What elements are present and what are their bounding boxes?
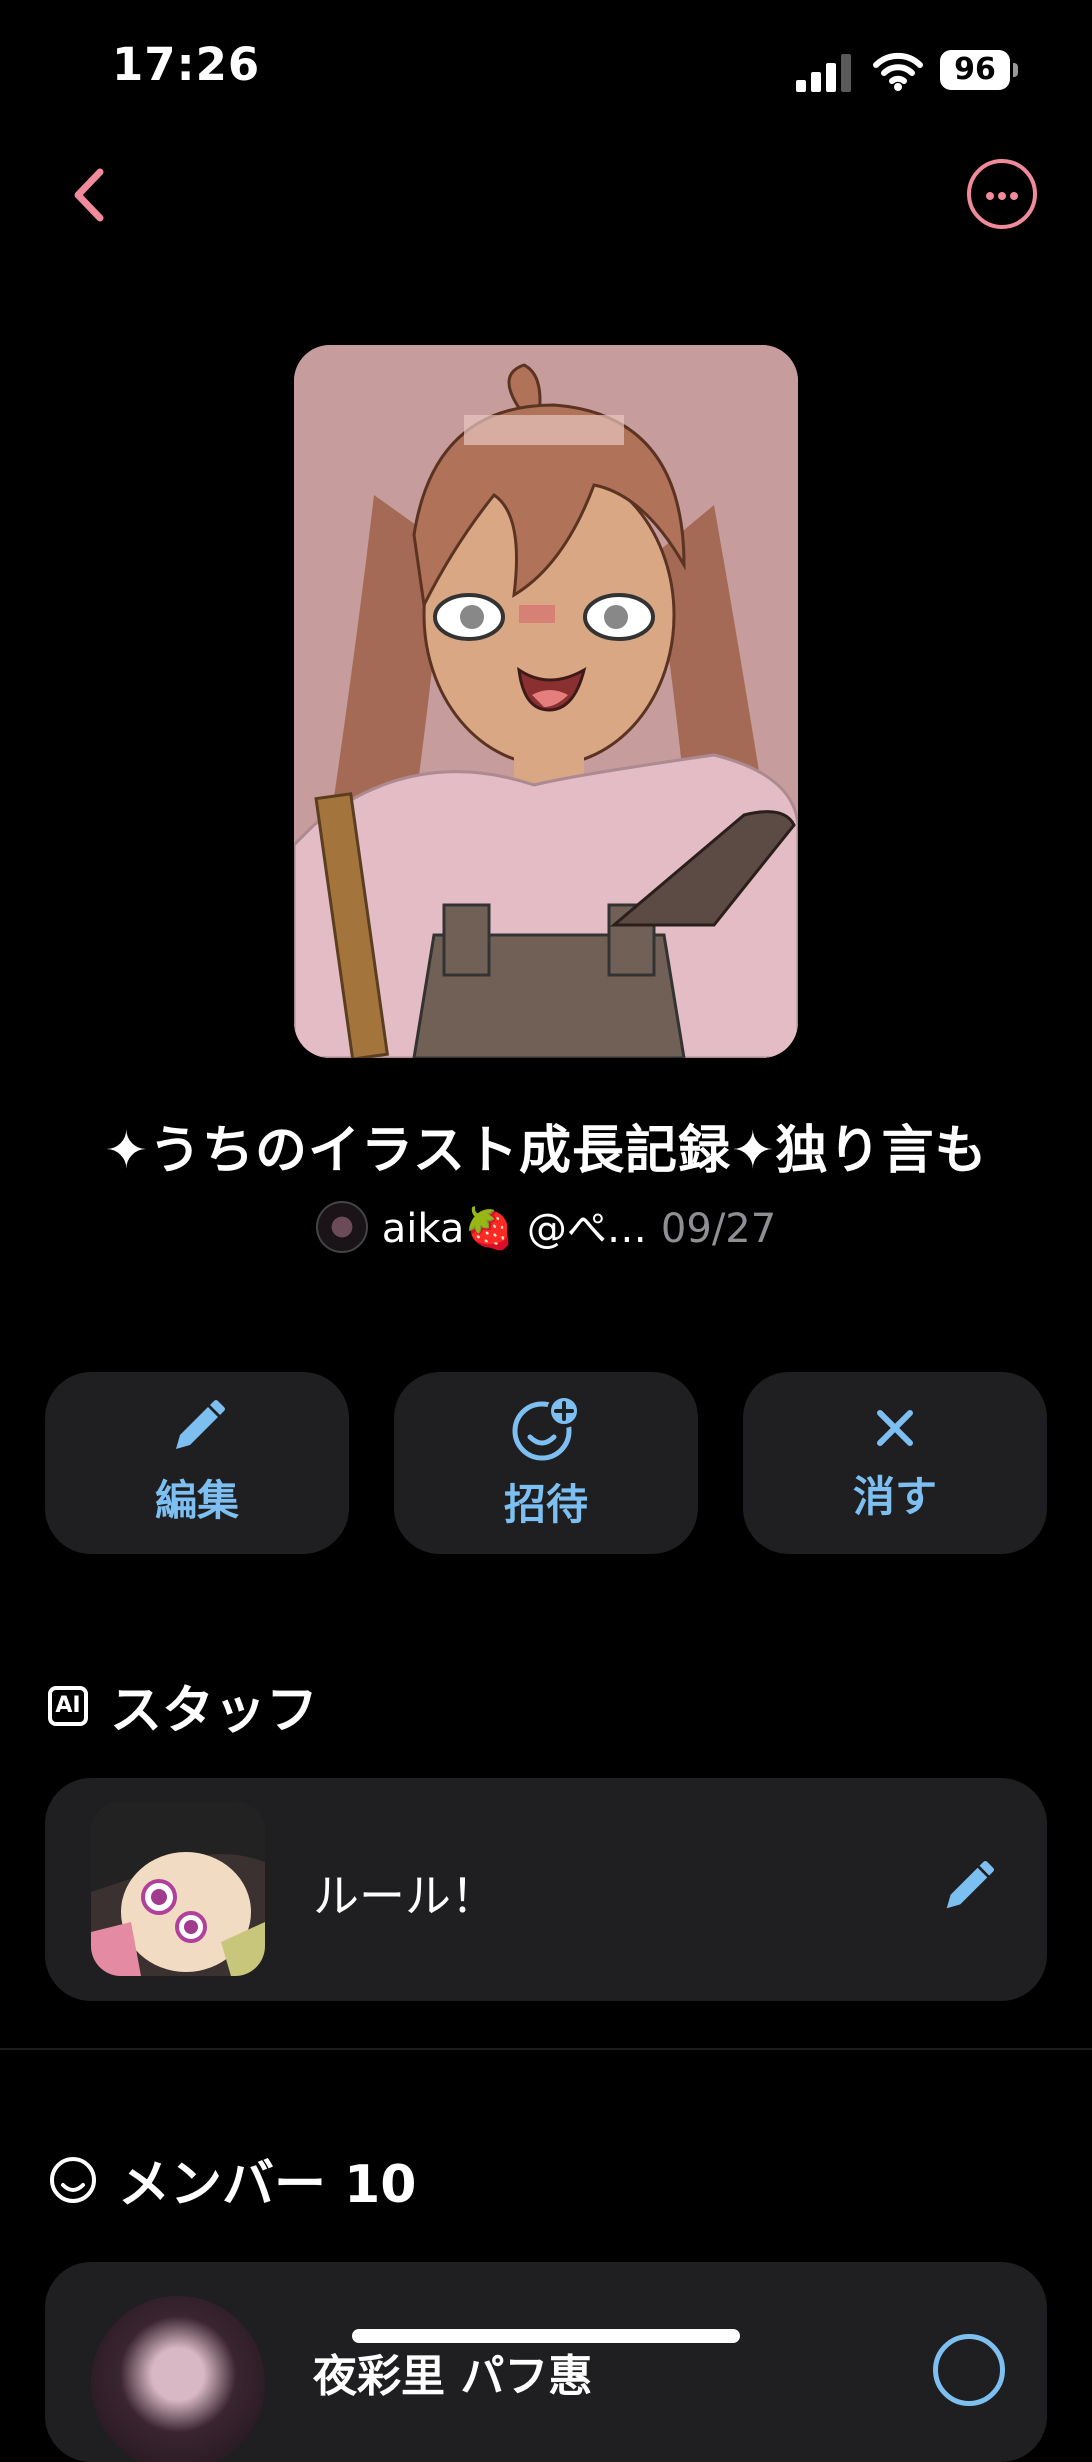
member-status-icon[interactable]: [933, 2334, 1005, 2406]
delete-button[interactable]: 消す: [743, 1372, 1047, 1554]
delete-button-label: 消す: [852, 1471, 937, 1521]
member-avatar: [91, 2296, 265, 2462]
more-options-button[interactable]: [967, 159, 1037, 229]
edit-button-label: 編集: [154, 1475, 239, 1525]
close-icon: [877, 1409, 913, 1446]
circle-cover-image[interactable]: [294, 345, 798, 1058]
created-date: 09/27: [660, 1206, 777, 1252]
smile-face-icon: [50, 2156, 96, 2203]
back-button[interactable]: [60, 160, 120, 230]
edit-button[interactable]: 編集: [45, 1372, 349, 1554]
members-section-title: メンバー 10: [48, 2142, 416, 2217]
pencil-icon[interactable]: [939, 1860, 995, 1916]
more-icon: [986, 192, 994, 200]
ai-badge-icon: AI: [48, 1685, 88, 1726]
circle-title: ✦うちのイラスト成長記録✦独り言も: [104, 1121, 988, 1181]
owner-name[interactable]: aika🍓 @ぺ…: [382, 1206, 647, 1252]
circle-meta: aika🍓 @ぺ… 09/27: [0, 1196, 1092, 1257]
pencil-icon: [176, 1399, 225, 1449]
staff-avatar-image: [91, 1802, 265, 1976]
staff-avatar: [91, 1802, 265, 1976]
members-section-label: メンバー 10: [118, 2155, 417, 2215]
status-time: 17:26: [112, 38, 261, 91]
cellular-signal-icon: [796, 54, 851, 92]
owner-avatar[interactable]: [315, 1201, 368, 1253]
staff-item[interactable]: ルール！: [45, 1778, 1047, 2001]
add-person-icon: [512, 1394, 581, 1460]
staff-item-label: ルール！: [313, 1869, 497, 1923]
invite-button-label: 招待: [503, 1479, 588, 1529]
wifi-icon: [873, 52, 923, 91]
staff-section-label: スタッフ: [110, 1681, 319, 1741]
invite-button[interactable]: 招待: [394, 1372, 698, 1554]
member-item[interactable]: 夜彩里 パフ惠: [45, 2262, 1047, 2462]
staff-section-title: AI スタッフ: [48, 1668, 318, 1743]
cover-illustration: [294, 345, 798, 1058]
home-indicator: [352, 2329, 740, 2343]
battery-tip: [1013, 63, 1018, 77]
member-name: 夜彩里 パフ惠: [313, 2351, 593, 2402]
chevron-left-icon: [74, 168, 104, 222]
battery-indicator: 96: [940, 50, 1010, 90]
section-divider: [0, 2048, 1092, 2050]
